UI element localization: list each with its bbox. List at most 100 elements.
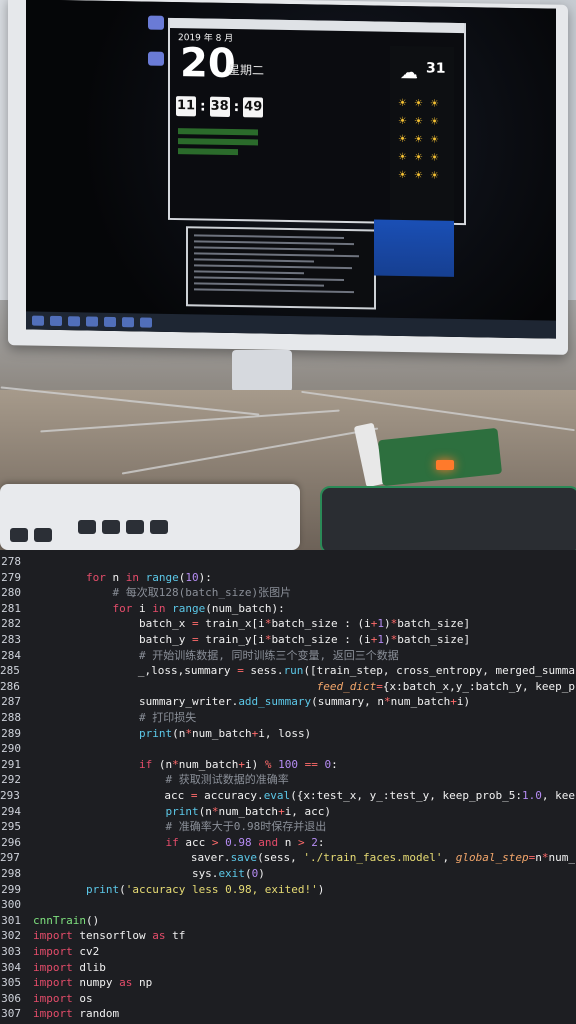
code-line[interactable]: 298 sys.exit(0): [0, 866, 576, 882]
code-token: # 获取测试数据的准确率: [165, 773, 289, 787]
code-token: if: [165, 835, 179, 849]
code-token: in: [152, 601, 166, 615]
code-line[interactable]: 307 import random: [0, 1006, 576, 1022]
start-icon[interactable]: [32, 315, 44, 326]
code-token: for: [112, 601, 133, 615]
code-token: import: [33, 960, 73, 974]
weather-panel: ☁ 31 ☀ ☀ ☀ ☀ ☀ ☀ ☀ ☀ ☀ ☀ ☀ ☀ ☀ ☀ ☀: [390, 45, 454, 223]
line-number: 286: [0, 679, 20, 693]
code-line[interactable]: 302 import tensorflow as tf: [0, 928, 576, 944]
code-line[interactable]: 301 cnnTrain(): [0, 913, 576, 929]
sun-icon: ☀: [398, 151, 407, 164]
line-number: 300: [1, 898, 21, 912]
code-token: tensorflow: [72, 929, 153, 943]
line-number: 283: [1, 633, 21, 646]
code-token: range: [145, 570, 179, 584]
code-line[interactable]: 282 batch_x = train_x[i*batch_size : (i+…: [0, 616, 576, 632]
code-token: n: [278, 835, 298, 849]
code-line[interactable]: 306 import os: [0, 991, 576, 1007]
sun-icon: ☀: [398, 169, 407, 182]
code-token: if: [138, 757, 153, 771]
code-line[interactable]: 293 acc = accuracy.eval({x:test_x, y_:te…: [0, 788, 576, 804]
code-token: # 每次取128(batch_size)张图片: [112, 586, 292, 600]
taskbar-app-icon[interactable]: [68, 316, 80, 327]
sun-icon: ☀: [414, 134, 423, 146]
taskbar-app-icon[interactable]: [122, 317, 134, 328]
code-line[interactable]: 286 feed_dict={x:batch_x,y_:batch_y, kee…: [0, 679, 576, 695]
code-token: (n: [198, 804, 212, 818]
terminal-line: [194, 276, 344, 281]
code-text: saver.save(sess, './train_faces.model', …: [32, 850, 576, 866]
code-line[interactable]: 283 batch_y = train_y[i*batch_size : (i+…: [0, 632, 576, 648]
code-line[interactable]: 295 # 准确率大于0.98时保存并退出: [0, 819, 576, 835]
code-line[interactable]: 285 _,loss,summary = sess.run([train_ste…: [0, 663, 576, 679]
code-token: './train_faces.model': [303, 851, 443, 865]
time-separator: :: [233, 99, 240, 116]
line-number: 295: [1, 820, 21, 834]
desktop-shortcut-icon[interactable]: [148, 51, 164, 66]
code-token: (num_batch):: [205, 601, 285, 615]
code-text: batch_x = train_x[i*batch_size : (i+1)*b…: [33, 616, 470, 632]
code-token: num_batch: [218, 804, 279, 818]
terminal-window[interactable]: [186, 226, 376, 310]
code-token: train_x[i: [198, 617, 265, 631]
code-token: ): [317, 882, 325, 896]
code-text: batch_y = train_y[i*batch_size : (i+1)*b…: [33, 632, 470, 648]
code-token: >: [297, 835, 305, 849]
code-token: import: [33, 929, 73, 943]
code-token: +: [450, 695, 457, 709]
sun-icon: ☀: [414, 116, 423, 128]
code-text: print(n*num_batch+i, acc): [33, 804, 331, 820]
code-line[interactable]: 305 import numpy as np: [0, 975, 576, 991]
code-token: save: [230, 851, 258, 865]
code-token: import: [33, 1007, 73, 1021]
line-number: 303: [1, 945, 21, 958]
code-line[interactable]: 278: [0, 554, 576, 570]
code-line[interactable]: 304 import dlib: [0, 960, 576, 976]
code-line[interactable]: 287 summary_writer.add_summary(summary, …: [0, 694, 576, 710]
code-text: if (n*num_batch+i) % 100 == 0:: [33, 757, 338, 773]
code-line[interactable]: 280 # 每次取128(batch_size)张图片: [0, 585, 576, 601]
code-line[interactable]: 303 import cv2: [0, 944, 576, 960]
code-line[interactable]: 291 if (n*num_batch+i) % 100 == 0:: [0, 757, 576, 773]
code-token: =: [191, 617, 199, 631]
key: [126, 520, 144, 534]
taskbar-app-icon[interactable]: [50, 315, 62, 327]
blue-window[interactable]: [374, 219, 454, 277]
code-token: dlib: [72, 960, 106, 974]
taskbar-app-icon[interactable]: [86, 316, 98, 327]
code-token: # 准确率大于0.98时保存并退出: [165, 820, 327, 834]
taskbar-app-icon[interactable]: [140, 317, 152, 328]
code-line[interactable]: 279 for n in range(10):: [0, 570, 576, 586]
desktop-shortcut-icon[interactable]: [148, 15, 164, 30]
code-text: # 准确率大于0.98时保存并退出: [33, 819, 326, 835]
code-line[interactable]: 281 for i in range(num_batch):: [0, 601, 576, 617]
code-line[interactable]: 297 saver.save(sess, './train_faces.mode…: [0, 850, 576, 866]
code-editor[interactable]: 278 279 for n in range(10): 280 # 每次取128(b…: [0, 550, 576, 1024]
cable: [301, 390, 575, 432]
code-token: i): [456, 695, 471, 709]
code-line[interactable]: 289 print(n*num_batch+i, loss): [0, 726, 576, 742]
mouse-pad: [320, 486, 576, 550]
code-line[interactable]: 288 # 打印损失: [0, 710, 576, 726]
code-line[interactable]: 292 # 获取测试数据的准确率: [0, 772, 576, 788]
code-line[interactable]: 299 print('accuracy less 0.98, exited!'): [0, 882, 576, 898]
line-number: 296: [1, 835, 21, 849]
code-line[interactable]: 294 print(n*num_batch+i, acc): [0, 804, 576, 820]
code-line[interactable]: 300: [0, 897, 576, 913]
taskbar-app-icon[interactable]: [104, 316, 116, 327]
code-text: cnnTrain(): [33, 913, 99, 929]
code-line[interactable]: 290: [0, 741, 576, 757]
code-line[interactable]: 284 # 开始训练数据, 同时训练三个变量, 返回三个数据: [0, 648, 576, 664]
code-text: print(n*num_batch+i, loss): [33, 726, 311, 742]
code-line[interactable]: 296 if acc > 0.98 and n > 2:: [0, 835, 576, 851]
clock-widget[interactable]: 2019 年 8 月 20 星期二 11 : 38 : 49 ☁ 31 ☀ ☀ …: [168, 17, 466, 226]
line-number: 282: [1, 617, 21, 631]
code-text: acc = accuracy.eval({x:test_x, y_:test_y…: [32, 788, 576, 804]
time-display: 11 : 38 : 49: [176, 96, 264, 124]
